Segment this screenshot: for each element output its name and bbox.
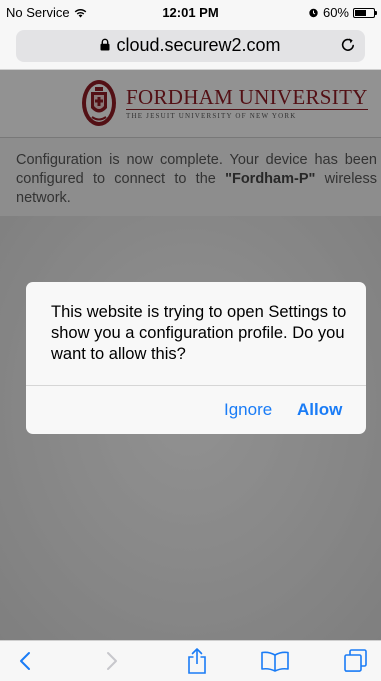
back-button[interactable] [10,647,40,675]
lock-icon [100,38,110,51]
status-right: 60% [308,5,377,20]
ignore-button[interactable]: Ignore [224,400,272,420]
tabs-icon [344,649,367,672]
url-field[interactable]: cloud.securew2.com [16,30,365,62]
tabs-button[interactable] [340,647,370,675]
battery-fill [355,9,366,16]
alert-message: This website is trying to open Settings … [51,303,347,363]
battery-percent: 60% [322,5,349,20]
allow-button[interactable]: Allow [297,400,342,420]
status-bar: No Service 12:01 PM 60% [0,0,381,26]
alert-divider [26,385,366,386]
back-icon [20,652,30,670]
reload-icon[interactable] [339,36,357,54]
battery-icon [353,7,377,18]
bookmarks-icon [261,651,289,672]
forward-button[interactable] [97,647,127,675]
address-bar: cloud.securew2.com [0,26,381,70]
browser-toolbar [0,640,381,681]
forward-icon [107,652,117,670]
alarm-icon [309,8,318,18]
share-icon [188,648,206,674]
share-button[interactable] [182,647,212,675]
url-text: cloud.securew2.com [116,35,281,55]
url-display: cloud.securew2.com [16,35,365,56]
open-settings-alert: This website is trying to open Settings … [26,282,366,434]
bookmarks-button[interactable] [260,647,290,675]
